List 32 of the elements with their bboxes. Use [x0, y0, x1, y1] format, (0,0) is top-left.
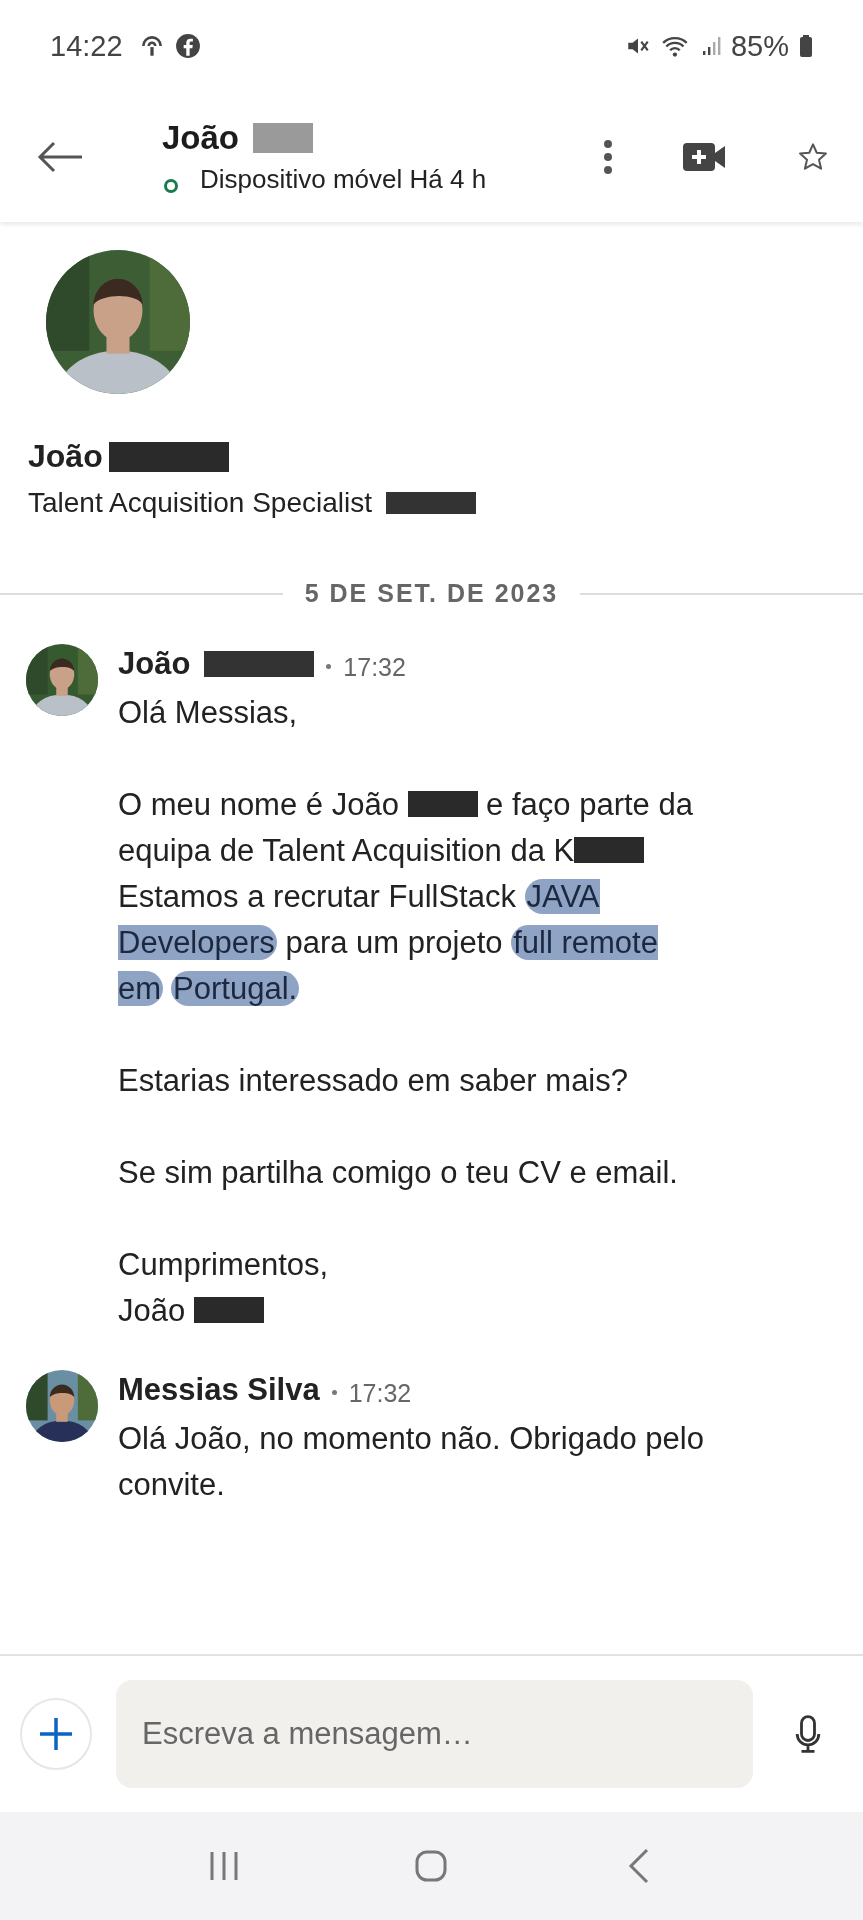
message-text: Olá Messias, — [118, 694, 299, 732]
add-attachment-button[interactable] — [20, 1698, 92, 1770]
presence-icon — [164, 179, 178, 193]
star-icon[interactable] — [797, 141, 829, 173]
separator-dot — [331, 1389, 337, 1395]
message-time: 17:32 — [348, 1378, 412, 1408]
separator-dot — [326, 663, 332, 669]
message-text: O meu nome é João e faço parte da equipa de Talent Acquisition da K Estamos a recrutar FullStack JAVA Developers para um projeto full remote em Portugal. — [118, 786, 694, 1008]
back-icon[interactable] — [36, 141, 84, 173]
facebook-icon — [174, 33, 201, 59]
battery-icon — [799, 33, 813, 59]
message-text: Se sim partilha comigo o teu CV e email. — [118, 1154, 679, 1192]
sender-name[interactable]: Messias Silva — [118, 1372, 320, 1408]
redaction-mark — [193, 1297, 264, 1323]
clock-time: 14:22 — [50, 29, 123, 63]
presence-status: Dispositivo móvel Há 4 h — [200, 163, 488, 195]
message-text: Cumprimentos, João — [118, 1246, 330, 1330]
date-separator: 5 DE SET. DE 2023 — [304, 579, 559, 608]
message-input[interactable]: Escreva a mensagem… — [116, 1680, 753, 1788]
message-time: 17:32 — [343, 652, 406, 682]
microphone-icon[interactable] — [795, 1714, 821, 1754]
profile-name[interactable]: João — [28, 438, 103, 475]
profile-headline: Talent Acquisition Specialist — [28, 487, 372, 519]
message-text: Estarias interessado em saber mais? — [118, 1062, 629, 1100]
message-text: Olá João, no momento não. Obrigado pelo convite. — [118, 1420, 705, 1504]
contact-name[interactable]: João — [162, 119, 240, 157]
more-icon[interactable] — [603, 139, 613, 175]
battery-percent: 85% — [730, 29, 789, 63]
redaction-mark — [407, 791, 478, 817]
video-call-icon[interactable] — [683, 142, 727, 172]
redaction-mark — [574, 837, 645, 863]
sender-name[interactable]: João — [118, 646, 191, 682]
